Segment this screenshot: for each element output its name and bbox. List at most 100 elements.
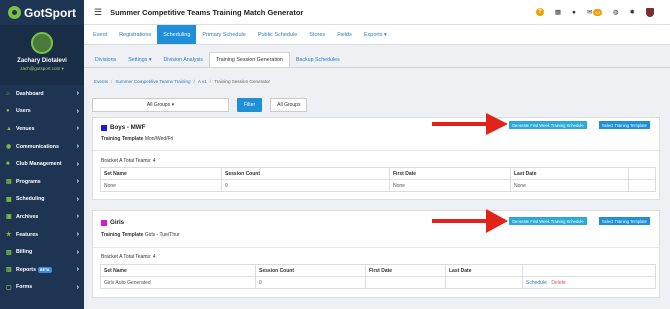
sidebar-item-features[interactable]: ★ Features › (0, 226, 84, 244)
breadcrumb-current: Training Session Generator (214, 79, 271, 84)
sidebar-nav: ⌂ Dashboard › ● Users › ▲ Venues › ◉ Communicat… (0, 85, 84, 296)
gear-icon[interactable]: ✹ (630, 8, 635, 16)
avatar[interactable] (31, 32, 53, 54)
user-profile: Zachary Diotalevi zach@gotsport.com ▾ (0, 25, 84, 85)
sidebar-item-label: Communications (16, 143, 59, 150)
hamburger-menu-icon[interactable]: ☰ (94, 7, 102, 18)
chevron-right-icon: › (76, 213, 79, 221)
table-header-row: Set Name Session Count First Date Last D… (100, 167, 656, 180)
breadcrumb-separator: / (111, 79, 113, 84)
tab-registrations[interactable]: Registrations (113, 25, 157, 44)
training-template-label: Training Template (101, 136, 144, 142)
tab-backup-schedules[interactable]: Backup Schedules (290, 52, 346, 67)
select-training-template-button[interactable]: Select Training Template (599, 217, 650, 225)
sidebar-item-forms[interactable]: ▢ Forms › (0, 279, 84, 297)
sidebar-item-label: Archives (16, 213, 39, 220)
select-training-template-button[interactable]: Select Training Template (599, 121, 650, 129)
tab-divisions[interactable]: Divisions (89, 52, 122, 67)
mail-icon[interactable]: ✉ 12 (587, 8, 602, 16)
chevron-right-icon: › (76, 231, 79, 239)
page-title: Summer Competitive Teams Training Match … (110, 7, 304, 17)
tab-stores[interactable]: Stores (303, 25, 331, 44)
sessions-table: Set Name Session Count First Date Last D… (100, 167, 656, 192)
user-icon[interactable]: ● (572, 9, 576, 16)
training-template-value: Girls - Tue/Thur (144, 232, 180, 238)
chevron-right-icon: › (76, 195, 79, 203)
top-icons: ? ▦ ● ✉ 12 ◍ ✹ (535, 7, 670, 17)
column-header: Last Date (510, 167, 629, 180)
features-icon: ★ (6, 232, 12, 239)
group-name: Boys - MWF (110, 124, 146, 131)
filter-button[interactable]: Filter (237, 98, 263, 112)
sidebar-item-communications[interactable]: ◉ Communications › (0, 138, 84, 156)
programs-icon: ▤ (6, 179, 12, 186)
tab-training-session-generation[interactable]: Training Session Generation (208, 52, 290, 67)
sidebar-item-scheduling[interactable]: ▦ Scheduling › (0, 191, 84, 209)
sidebar: GotSport Zachary Diotalevi zach@gotsport… (0, 0, 84, 309)
annotation-arrow-1 (432, 113, 508, 135)
chevron-right-icon: › (76, 178, 79, 186)
sidebar-item-users[interactable]: ● Users › (0, 103, 84, 121)
chevron-right-icon: › (76, 160, 79, 168)
forms-icon: ▢ (6, 284, 12, 291)
training-template: Training Template Mon/Wed/Fri (101, 136, 173, 142)
sidebar-item-reports[interactable]: ▥ Reports BETA › (0, 261, 84, 279)
column-header (628, 167, 656, 180)
breadcrumb-version[interactable]: A v1 (198, 79, 207, 84)
annotation-arrow-2 (432, 209, 508, 233)
schedule-link[interactable]: Schedule (526, 280, 547, 286)
tab-event[interactable]: Event (87, 25, 113, 44)
top-bar: ☰ Summer Competitive Teams Training Matc… (84, 0, 670, 25)
sidebar-item-club-management[interactable]: ■ Club Management › (0, 155, 84, 173)
sidebar-item-programs[interactable]: ▤ Programs › (0, 173, 84, 191)
grid-icon[interactable]: ▦ (555, 8, 561, 16)
sidebar-item-label: Billing (16, 249, 33, 256)
filter-bar: All Groups ▾ Filter All Groups (92, 96, 660, 114)
sub-tabs: Divisions Settings ▾ Division Analysis T… (84, 52, 670, 68)
tab-scheduling[interactable]: Scheduling (157, 25, 197, 44)
breadcrumb-events[interactable]: Events (94, 79, 108, 84)
logo-text: GotSport (24, 5, 76, 20)
user-name: Zachary Diotalevi (17, 58, 67, 64)
tab-exports[interactable]: Exports ▾ (358, 25, 393, 44)
chevron-right-icon: › (76, 90, 79, 98)
chevron-right-icon: › (76, 248, 79, 256)
chat-icon[interactable]: ◍ (613, 8, 619, 16)
training-template-value: Mon/Wed/Fri (144, 136, 174, 142)
sidebar-item-dashboard[interactable]: ⌂ Dashboard › (0, 85, 84, 103)
table-cell (445, 276, 523, 289)
tab-settings[interactable]: Settings ▾ (122, 52, 157, 67)
bracket-total-teams: Bracket A Total Teams: 4 (101, 158, 156, 164)
generate-first-week-button[interactable]: Generate First Week Training Schedule (509, 121, 587, 129)
communications-icon: ◉ (6, 144, 12, 151)
delete-link[interactable]: Delete (551, 280, 565, 286)
group-card-boys: Boys - MWF Training Template Mon/Wed/Fri… (92, 117, 660, 200)
gotsport-logo[interactable]: GotSport (0, 0, 84, 25)
breadcrumb-separator: / (193, 79, 195, 84)
sidebar-item-venues[interactable]: ▲ Venues › (0, 120, 84, 138)
tab-public-schedule[interactable]: Public Schedule (252, 25, 303, 44)
generate-first-week-button[interactable]: Generate First Week Training Schedule (509, 217, 587, 225)
tab-division-analysis[interactable]: Division Analysis (157, 52, 208, 67)
tab-fields[interactable]: Fields (331, 25, 358, 44)
sidebar-item-billing[interactable]: ▧ Billing › (0, 243, 84, 261)
breadcrumb-event-name[interactable]: Summer Competitive Teams Training (115, 79, 190, 84)
scheduling-icon: ▦ (6, 196, 12, 203)
breadcrumb-separator: / (209, 79, 212, 84)
group-name: Girls (110, 219, 125, 226)
sessions-table: Set Name Session Count First Date Last D… (100, 264, 656, 289)
dashboard-icon: ⌂ (6, 90, 10, 97)
column-header: Last Date (445, 264, 523, 277)
all-groups-button[interactable]: All Groups (270, 98, 308, 112)
sidebar-item-archives[interactable]: ▣ Archives › (0, 208, 84, 226)
group-select[interactable]: All Groups ▾ (92, 98, 229, 112)
user-email-dropdown[interactable]: zach@gotsport.com ▾ (20, 66, 64, 72)
table-cell: 0 (221, 179, 390, 192)
notification-badge: 12 (593, 9, 602, 16)
help-icon[interactable]: ? (535, 8, 544, 16)
tab-primary-schedule[interactable]: Primary Schedule (196, 25, 251, 44)
breadcrumb: Events / Summer Competitive Teams Traini… (94, 79, 270, 84)
gotsport-logo-icon (8, 6, 21, 19)
chevron-right-icon: › (76, 143, 79, 151)
club-shield-icon[interactable] (646, 7, 654, 17)
